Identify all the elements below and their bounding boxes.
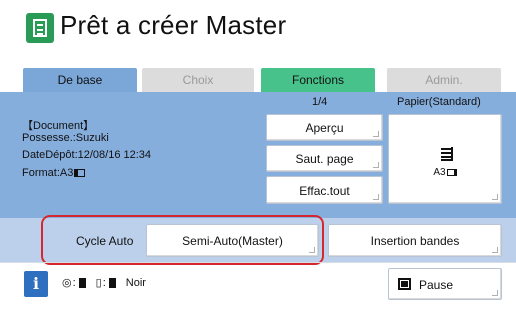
master-level-icon [78,277,86,288]
paper-stack-icon [441,147,453,161]
title-bar: Prêt a créer Master [0,0,516,62]
insertion-bandes-button[interactable]: Insertion bandes [328,224,502,257]
master-document-icon [26,13,54,43]
cycle-auto-label: Cycle Auto [76,234,134,248]
page-title: Prêt a créer Master [60,10,287,40]
consumables-status: ◎: ▯: Noir [62,276,146,290]
paper-selection-button[interactable]: A3 [388,114,502,204]
tab-fonctions[interactable]: Fonctions [261,68,375,92]
ink-color-label: Noir [125,276,146,289]
document-format: Format:A3 [22,167,86,179]
tab-de-base[interactable]: De base [23,68,137,92]
pause-label: Pause [419,278,454,292]
pause-button[interactable]: Pause [388,268,502,300]
document-format-label: Format:A3 [22,167,74,179]
document-owner: Possesse.:Suzuki [22,132,109,144]
paper-size: A3 [389,167,501,178]
page-counter: 1/4 [312,96,328,108]
portrait-format-icon [446,169,457,176]
paper-type-label: Papier(Standard) [397,96,481,108]
tab-admin[interactable]: Admin. [387,68,501,92]
landscape-format-icon [74,169,86,177]
clear-all-button[interactable]: Effac.tout [266,176,383,204]
ink-level-icon [108,277,116,288]
master-roll-icon: ◎ [62,277,72,289]
preview-button[interactable]: Aperçu [266,114,383,141]
divider [0,262,516,263]
page-break-button[interactable]: Saut. page [266,145,383,172]
ink-cartridge-icon: ▯ [95,277,102,289]
document-title: 【Document】 [22,120,95,132]
pause-tray-icon [398,278,411,290]
document-date: DateDépôt:12/08/16 12:34 [22,149,152,161]
tab-choix[interactable]: Choix [142,68,254,92]
semi-auto-master-button[interactable]: Semi-Auto(Master) [146,224,319,257]
info-icon[interactable]: i [24,271,48,297]
paper-size-label: A3 [433,167,446,178]
